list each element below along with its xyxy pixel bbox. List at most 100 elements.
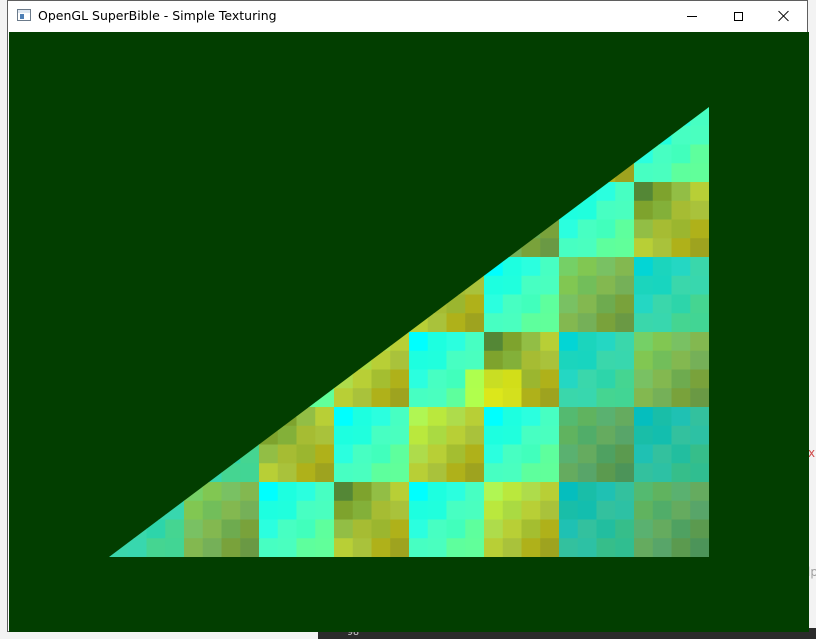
texture-texel (596, 107, 616, 127)
texture-texel (634, 482, 654, 502)
texture-texel (540, 350, 560, 370)
texture-texel (127, 238, 147, 258)
texture-texel (165, 107, 185, 127)
texture-texel (484, 500, 504, 520)
texture-texel (540, 182, 560, 202)
texture-texel (427, 538, 447, 557)
texture-texel (502, 500, 522, 520)
texture-texel (221, 257, 241, 277)
texture-texel (427, 313, 447, 333)
texture-texel (502, 275, 522, 295)
texture-texel (259, 369, 279, 389)
texture-texel (202, 275, 222, 295)
texture-texel (671, 500, 691, 520)
texture-texel (277, 407, 297, 427)
texture-texel (184, 407, 204, 427)
texture-texel (540, 444, 560, 464)
texture-texel (671, 219, 691, 239)
texture-texel (559, 538, 579, 557)
texture-texel (690, 163, 709, 183)
texture-texel (371, 407, 391, 427)
texture-texel (596, 444, 616, 464)
texture-texel (202, 257, 222, 277)
texture-texel (559, 519, 579, 539)
texture-texel (484, 107, 504, 127)
texture-texel (577, 425, 597, 445)
texture-texel (615, 407, 635, 427)
texture-texel (315, 144, 335, 164)
texture-texel (577, 294, 597, 314)
texture-texel (446, 519, 466, 539)
texture-texel (690, 482, 709, 502)
texture-texel (690, 107, 709, 127)
texture-texel (315, 444, 335, 464)
texture-texel (277, 200, 297, 220)
texture-texel (184, 313, 204, 333)
texture-texel (109, 125, 129, 145)
texture-texel (652, 407, 672, 427)
texture-texel (615, 125, 635, 145)
opengl-viewport[interactable] (9, 32, 809, 632)
texture-texel (671, 107, 691, 127)
texture-texel (484, 369, 504, 389)
texture-texel (202, 369, 222, 389)
texture-texel (109, 519, 129, 539)
texture-texel (109, 294, 129, 314)
texture-texel (296, 425, 316, 445)
texture-texel (427, 107, 447, 127)
texture-texel (221, 425, 241, 445)
application-window-icon[interactable] (17, 9, 31, 21)
texture-texel (484, 275, 504, 295)
texture-texel (502, 463, 522, 483)
texture-texel (596, 238, 616, 258)
texture-texel (315, 482, 335, 502)
texture-texel (615, 519, 635, 539)
texture-texel (540, 538, 560, 557)
texture-texel (671, 425, 691, 445)
texture-texel (521, 200, 541, 220)
texture-texel (259, 463, 279, 483)
texture-texel (146, 294, 166, 314)
texture-texel (296, 275, 316, 295)
texture-texel (634, 407, 654, 427)
texture-texel (390, 182, 410, 202)
texture-texel (446, 275, 466, 295)
texture-texel (652, 257, 672, 277)
texture-texel (109, 388, 129, 408)
texture-texel (671, 200, 691, 220)
title-bar[interactable]: OpenGL SuperBible - Simple Texturing (8, 1, 807, 31)
texture-texel (596, 463, 616, 483)
texture-texel (146, 369, 166, 389)
texture-texel (371, 257, 391, 277)
texture-texel (521, 125, 541, 145)
minimize-button[interactable] (669, 1, 715, 31)
close-button[interactable] (761, 1, 807, 31)
texture-texel (296, 463, 316, 483)
texture-texel (502, 125, 522, 145)
texture-texel (240, 182, 260, 202)
window-title: OpenGL SuperBible - Simple Texturing (38, 8, 277, 23)
texture-texel (634, 275, 654, 295)
texture-texel (352, 219, 372, 239)
texture-texel (259, 107, 279, 127)
texture-texel (146, 182, 166, 202)
texture-texel (540, 500, 560, 520)
texture-texel (371, 125, 391, 145)
texture-texel (671, 482, 691, 502)
texture-texel (240, 350, 260, 370)
texture-texel (521, 107, 541, 127)
texture-texel (240, 500, 260, 520)
texture-texel (184, 388, 204, 408)
texture-texel (652, 163, 672, 183)
texture-texel (202, 200, 222, 220)
texture-texel (352, 350, 372, 370)
texture-texel (127, 350, 147, 370)
texture-texel (390, 219, 410, 239)
texture-texel (465, 163, 485, 183)
texture-texel (634, 163, 654, 183)
texture-texel (465, 294, 485, 314)
maximize-button[interactable] (715, 1, 761, 31)
texture-texel (652, 125, 672, 145)
texture-texel (465, 369, 485, 389)
texture-texel (615, 350, 635, 370)
